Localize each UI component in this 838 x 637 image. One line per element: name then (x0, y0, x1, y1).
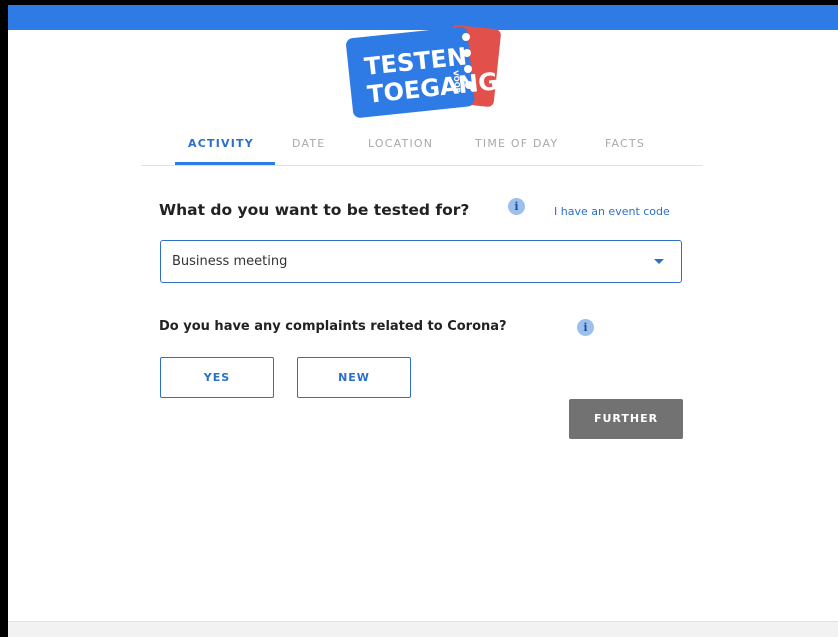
chevron-down-icon (654, 259, 664, 264)
page: TESTEN TOEGANG VOOR ACTIVITY DATE LOCATI… (8, 5, 838, 637)
step-tabs: ACTIVITY DATE LOCATION TIME OF DAY FACTS (141, 133, 703, 166)
tab-facts[interactable]: FACTS (605, 137, 645, 150)
complaints-question: Do you have any complaints related to Co… (159, 319, 507, 334)
tab-time-of-day[interactable]: TIME OF DAY (475, 137, 558, 150)
footer-strip (8, 621, 838, 637)
further-button[interactable]: FURTHER (569, 399, 683, 439)
activity-select-value: Business meeting (172, 254, 288, 269)
active-tab-indicator (175, 162, 275, 165)
info-icon[interactable]: i (577, 319, 594, 336)
tab-date[interactable]: DATE (292, 137, 325, 150)
info-icon[interactable]: i (508, 198, 525, 215)
tab-activity[interactable]: ACTIVITY (188, 137, 254, 150)
test-purpose-question: What do you want to be tested for? (159, 201, 470, 219)
tab-location[interactable]: LOCATION (368, 137, 433, 150)
no-button[interactable]: NEW (297, 357, 411, 398)
yes-button[interactable]: YES (160, 357, 274, 398)
testen-voor-toegang-logo[interactable]: TESTEN TOEGANG VOOR (343, 20, 503, 120)
event-code-link[interactable]: I have an event code (554, 205, 670, 218)
activity-select[interactable]: Business meeting (160, 240, 682, 283)
